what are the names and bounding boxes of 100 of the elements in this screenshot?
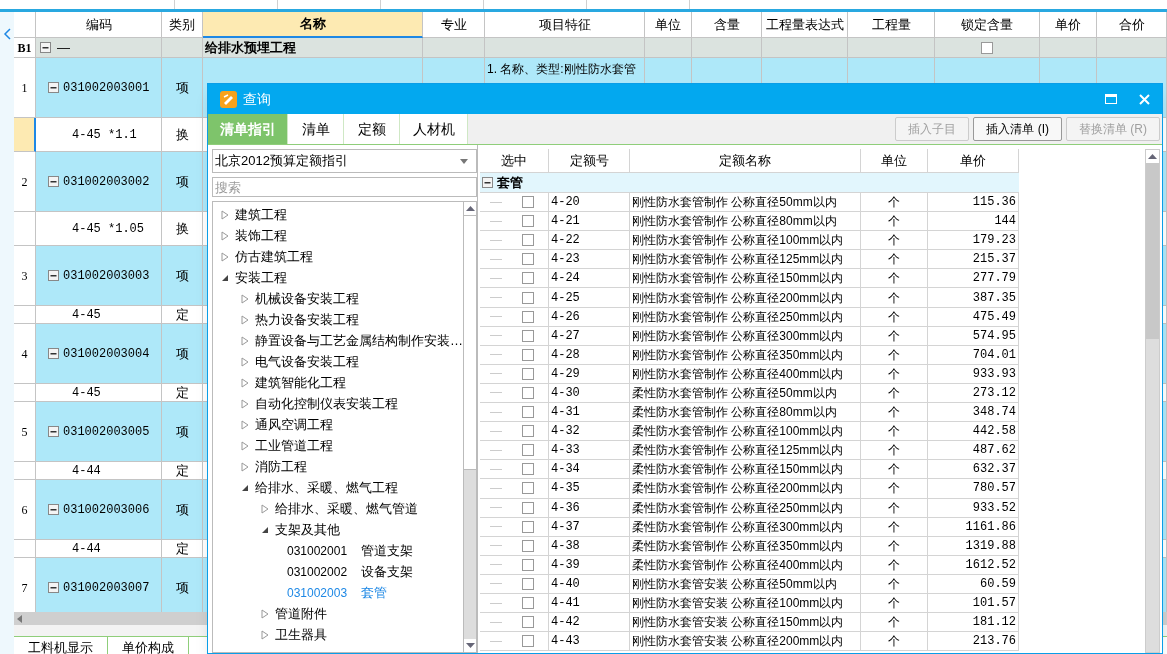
expanded-arrow-icon[interactable] xyxy=(241,483,249,492)
checkbox[interactable] xyxy=(522,577,534,590)
collapse-icon[interactable] xyxy=(48,176,59,187)
tree-item[interactable]: 静置设备与工艺金属结构制作安装… xyxy=(255,330,463,351)
checkbox[interactable] xyxy=(522,253,534,266)
checkbox[interactable] xyxy=(522,597,534,609)
column-header[interactable]: 名称 xyxy=(203,12,423,38)
collapsed-arrow-icon[interactable] xyxy=(241,314,249,325)
collapse-icon[interactable] xyxy=(48,426,59,437)
tree-item[interactable]: 支架及其他 xyxy=(275,519,340,540)
checkbox[interactable] xyxy=(522,196,534,209)
collapsed-arrow-icon[interactable] xyxy=(221,251,229,262)
collapse-icon[interactable] xyxy=(48,82,59,93)
tree-item[interactable]: 电气设备安装工程 xyxy=(255,351,359,372)
collapsed-arrow-icon[interactable] xyxy=(261,608,269,619)
tab[interactable]: 清单 xyxy=(288,114,344,144)
collapsed-arrow-icon[interactable] xyxy=(241,356,249,367)
tree-item[interactable]: 卫生器具 xyxy=(275,624,327,645)
checkbox[interactable] xyxy=(522,501,534,514)
scrollbar[interactable] xyxy=(463,202,476,652)
checkbox[interactable] xyxy=(522,272,534,285)
collapsed-arrow-icon[interactable] xyxy=(241,419,249,430)
scroll-down-icon[interactable] xyxy=(465,643,475,648)
table-cell-text: 933.52 xyxy=(972,499,1016,517)
collapsed-arrow-icon[interactable] xyxy=(241,377,249,388)
checkbox[interactable] xyxy=(522,348,534,361)
table-cell-text: 柔性防水套管制作 公称直径80mm以内 xyxy=(632,404,837,422)
tree-item[interactable]: 给排水、采暖、燃气管道 xyxy=(275,498,418,519)
collapse-icon[interactable] xyxy=(48,270,59,281)
tree-item[interactable]: 工业管道工程 xyxy=(255,435,333,456)
tree-item[interactable]: 安装工程 xyxy=(235,267,287,288)
library-dropdown[interactable]: 北京2012预算定额指引 xyxy=(212,149,477,173)
search-field[interactable]: 搜索 xyxy=(212,177,477,197)
table-cell-text: 个 xyxy=(888,308,900,326)
cell-text: 4-44 xyxy=(72,462,101,480)
tree-item[interactable]: 通风空调工程 xyxy=(255,414,333,435)
scrollbar[interactable] xyxy=(1145,149,1160,653)
checkbox[interactable] xyxy=(981,41,993,54)
tree-item[interactable]: 031002002 设备支架 xyxy=(213,561,463,582)
close-icon[interactable] xyxy=(1139,93,1150,105)
checkbox[interactable] xyxy=(522,616,534,629)
collapse-icon[interactable] xyxy=(48,504,59,515)
tree-item[interactable]: 消防工程 xyxy=(255,456,307,477)
tab[interactable]: 定额 xyxy=(344,114,400,144)
collapsed-arrow-icon[interactable] xyxy=(241,398,249,409)
checkbox[interactable] xyxy=(522,558,534,571)
checkbox[interactable] xyxy=(522,387,534,399)
maximize-icon[interactable] xyxy=(1105,94,1117,104)
checkbox[interactable] xyxy=(522,520,534,533)
tab[interactable]: 人材机 xyxy=(400,114,468,144)
checkbox[interactable] xyxy=(522,444,534,457)
tab[interactable]: 工料机显示 xyxy=(14,637,108,654)
cell-text: 031002003001 xyxy=(63,79,150,97)
collapse-icon[interactable] xyxy=(48,582,59,593)
collapsed-arrow-icon[interactable] xyxy=(241,461,249,472)
collapse-icon[interactable] xyxy=(48,348,59,359)
table-cell-text: 个 xyxy=(888,404,900,422)
tree-item[interactable]: 热力设备安装工程 xyxy=(255,309,359,330)
collapse-icon[interactable] xyxy=(482,177,493,188)
collapse-icon[interactable] xyxy=(40,42,51,53)
expanded-arrow-icon[interactable] xyxy=(221,273,229,282)
checkbox[interactable] xyxy=(522,425,534,438)
table-cell-text: 柔性防水套管制作 公称直径50mm以内 xyxy=(632,385,837,402)
tree-item[interactable]: 仿古建筑工程 xyxy=(235,246,313,267)
checkbox[interactable] xyxy=(522,482,534,495)
expanded-arrow-icon[interactable] xyxy=(261,525,269,534)
collapsed-arrow-icon[interactable] xyxy=(241,293,249,304)
checkbox[interactable] xyxy=(522,215,534,228)
checkbox[interactable] xyxy=(522,234,534,247)
checkbox[interactable] xyxy=(522,291,534,304)
scroll-up-icon[interactable] xyxy=(1148,154,1157,159)
tree-item[interactable]: 机械设备安装工程 xyxy=(255,288,359,309)
collapsed-arrow-icon[interactable] xyxy=(241,440,249,451)
tree-item[interactable]: 031002003 套管 xyxy=(213,582,463,603)
tree-item[interactable]: 给排水、采暖、燃气工程 xyxy=(255,477,398,498)
checkbox[interactable] xyxy=(522,406,534,419)
checkbox[interactable] xyxy=(522,367,534,380)
tab[interactable]: 单价构成 xyxy=(108,637,189,654)
tree-item[interactable]: 建筑工程 xyxy=(235,204,287,225)
row-header: 6 xyxy=(14,480,36,540)
collapsed-arrow-icon[interactable] xyxy=(261,629,269,640)
tree-item[interactable]: 装饰工程 xyxy=(235,225,287,246)
checkbox[interactable] xyxy=(522,635,534,648)
collapsed-arrow-icon[interactable] xyxy=(241,335,249,346)
tree-item[interactable]: 031002001 管道支架 xyxy=(213,540,463,561)
action-button[interactable]: 插入清单 (I) xyxy=(973,117,1062,141)
tree-item[interactable]: 自动化控制仪表安装工程 xyxy=(255,393,398,414)
tree-item[interactable]: 管道附件 xyxy=(275,603,327,624)
collapsed-arrow-icon[interactable] xyxy=(221,209,229,220)
table-cell-text: 4-30 xyxy=(551,385,580,402)
tree-item[interactable]: 建筑智能化工程 xyxy=(255,372,346,393)
collapsed-arrow-icon[interactable] xyxy=(261,503,269,514)
table-cell-text: 柔性防水套管制作 公称直径250mm以内 xyxy=(632,499,844,517)
checkbox[interactable] xyxy=(522,463,534,476)
table-cell-text: 1612.52 xyxy=(965,556,1016,574)
chevron-left-icon[interactable] xyxy=(3,28,11,40)
checkbox[interactable] xyxy=(522,539,534,552)
checkbox[interactable] xyxy=(522,310,534,323)
checkbox[interactable] xyxy=(522,329,534,342)
collapsed-arrow-icon[interactable] xyxy=(221,230,229,241)
